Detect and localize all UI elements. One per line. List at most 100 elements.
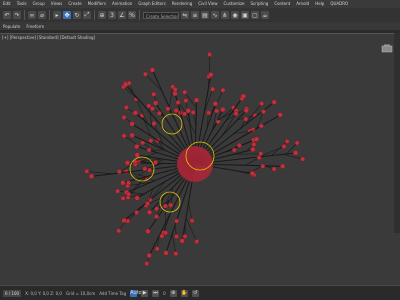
pivot-icon[interactable]: ⊕ [98,11,106,19]
branch-line [86,170,113,175]
frame-field[interactable]: 0 [163,291,166,296]
berry-sphere [173,251,179,257]
berry-sphere [142,166,148,172]
helper-gizmo[interactable] [159,191,181,213]
berry-sphere [294,140,300,146]
play-icon[interactable]: ▶ [141,289,149,297]
branch-line [169,86,174,108]
menu-quadro[interactable]: QUADRO [327,0,351,8]
rotate-icon[interactable]: ↻ [73,11,81,19]
berry-sphere [123,105,129,110]
zoom-icon[interactable]: ⊕ [169,289,177,297]
berry-sphere [151,121,157,126]
scale-icon[interactable]: ⤢ [83,11,91,19]
select-icon[interactable]: ▸ [53,11,61,19]
menu-help[interactable]: Help [312,0,327,8]
berry-sphere [182,233,188,239]
center-hub [177,146,213,182]
menu-civil-view[interactable]: Civil View [195,0,220,8]
berry-sphere [193,97,200,103]
berry-sphere [300,156,306,162]
berry-sphere [182,89,188,95]
command-panel-strip [394,33,400,233]
link-icon[interactable]: ∞ [28,11,36,19]
percent-snap-icon[interactable]: % [128,11,136,19]
menu-arnold[interactable]: Arnold [293,0,312,8]
ribbon: Populate Freeform [0,22,400,30]
helper-gizmo[interactable] [161,113,183,135]
tab-populate[interactable]: Populate [3,24,20,29]
auto-key-button[interactable]: Auto [130,289,142,297]
berry-sphere [142,71,148,77]
berry-sphere [214,108,220,114]
unlink-icon[interactable]: ⌀ [38,11,46,19]
render-icon[interactable]: ☕ [261,11,269,19]
berry-sphere [120,195,126,201]
berry-sphere [134,195,140,201]
layers-icon[interactable]: ▤ [201,11,209,19]
berry-sphere [280,163,286,169]
menu-scripting[interactable]: Scripting [248,0,272,8]
menu-content[interactable]: Content [271,0,293,8]
move-icon[interactable]: ✥ [63,11,71,19]
berry-sphere [134,152,140,158]
berry-sphere [132,110,139,116]
undo-icon[interactable]: ↶ [3,11,11,19]
berry-sphere [134,144,140,150]
berry-sphere [174,218,180,224]
render-frame-icon[interactable]: ▢ [251,11,259,19]
menu-customize[interactable]: Customize [221,0,248,8]
menu-rendering[interactable]: Rendering [169,0,195,8]
berry-sphere [148,138,154,144]
berry-sphere [271,99,277,105]
orbit-icon[interactable]: ↺ [191,289,199,297]
berry-sphere [249,170,255,176]
berry-sphere [154,246,160,252]
schematic-icon[interactable]: ⋔ [221,11,229,19]
berry-sphere [154,206,160,212]
berry-sphere [190,110,196,115]
add-time-tag-button[interactable]: Add Time Tag [99,291,126,296]
snap-icon[interactable]: 3 [108,11,116,19]
grid-readout: Grid = 10,0cm [65,290,96,296]
berry-sphere [163,250,169,256]
berry-sphere [121,217,127,224]
curve-editor-icon[interactable]: ∿ [211,11,219,19]
berry-sphere [210,86,216,92]
berry-sphere [207,52,213,57]
berry-sphere [231,147,237,153]
next-frame-icon[interactable]: ⏭ [152,289,160,297]
selection-set-dropdown[interactable]: Create Selection Se [143,11,179,19]
branch-line [247,165,263,173]
menu-modifiers[interactable]: Modifiers [85,0,109,8]
branch-line [163,213,171,233]
menu-animation[interactable]: Animation [109,0,135,8]
model-canvas[interactable] [0,34,400,286]
render-setup-icon[interactable]: ▣ [241,11,249,19]
berry-sphere [220,87,226,93]
berry-sphere [115,188,121,194]
angle-snap-icon[interactable]: ∠ [118,11,126,19]
pan-icon[interactable]: ✋ [180,289,188,297]
berry-sphere [185,108,191,114]
perspective-viewport[interactable]: [+] [Perspective] [Standard] [Default Sh… [0,33,400,286]
tab-freeform[interactable]: Freeform [26,24,44,29]
berry-sphere [129,121,135,127]
redo-icon[interactable]: ↷ [13,11,21,19]
material-editor-icon[interactable]: ◉ [231,11,239,19]
branch-line [188,202,193,221]
menu-graph-editors[interactable]: Graph Editors [135,0,168,8]
berry-sphere [84,168,90,174]
berry-sphere [146,103,152,109]
berry-sphere [126,191,131,197]
time-slider[interactable]: 0 / 100 [3,289,22,297]
menu-edit[interactable]: Edit [0,0,14,8]
mirror-icon[interactable]: ⇋ [181,11,189,19]
menu-create[interactable]: Create [65,0,84,8]
align-icon[interactable]: ≡ [191,11,199,19]
menu-tools[interactable]: Tools [14,0,30,8]
branch-line [145,73,163,91]
berry-sphere [194,239,200,244]
menu-group[interactable]: Group [30,0,48,8]
menu-views[interactable]: Views [48,0,66,8]
